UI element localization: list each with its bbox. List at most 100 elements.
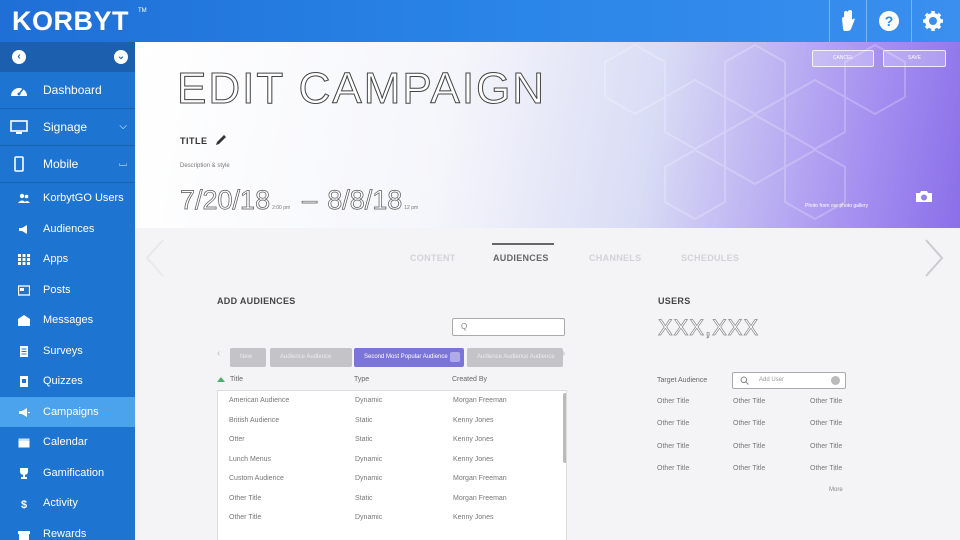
table-row[interactable]: Other Title Static Morgan Freeman bbox=[218, 489, 558, 509]
user-item[interactable]: Other Title bbox=[657, 420, 689, 427]
user-item[interactable]: Other Title bbox=[733, 420, 765, 427]
audience-chip[interactable]: Audience Audience bbox=[270, 348, 352, 367]
column-header[interactable]: Type bbox=[354, 376, 369, 383]
date-range[interactable]: 7/20/18 2:00 pm –8/8/18 12 pm bbox=[180, 185, 424, 216]
users-title: USERS bbox=[658, 296, 691, 306]
cell-type: Static bbox=[355, 436, 373, 443]
description-text[interactable]: Description & style bbox=[180, 163, 230, 169]
cancel-button[interactable]: CANCEL bbox=[812, 50, 874, 67]
add-user-search-input[interactable]: Add User bbox=[732, 372, 846, 389]
sidebar-item-apps[interactable]: Apps bbox=[0, 244, 135, 275]
cell-type: Dynamic bbox=[355, 514, 383, 521]
top-bar: KORBYT TM ? bbox=[0, 0, 960, 42]
tab-channels[interactable]: CHANNELS bbox=[589, 253, 641, 263]
sidebar-item-audiences[interactable]: Audiences bbox=[0, 213, 135, 244]
table-row[interactable]: Lunch Menus Dynamic Kenny Jones bbox=[218, 450, 558, 470]
app-window: KORBYT TM ? ‹ ⌄ Dashboard Signage ⌵ Mobi… bbox=[0, 0, 960, 540]
sidebar-item-gamification[interactable]: Gamification bbox=[0, 457, 135, 488]
table-row[interactable]: Other Title Dynamic Kenny Jones bbox=[218, 508, 558, 528]
calendar-icon bbox=[18, 438, 30, 448]
sidebar-item-calendar[interactable]: Calendar bbox=[0, 427, 135, 458]
table-header: Title Type Created By bbox=[217, 376, 567, 388]
start-time[interactable]: 2:00 pm bbox=[272, 205, 290, 211]
audience-search-input[interactable]: Q bbox=[452, 318, 565, 336]
table-scrollbar[interactable] bbox=[563, 393, 566, 463]
sidebar-item-signage[interactable]: Signage ⌵ bbox=[0, 109, 135, 146]
chevron-left-icon[interactable] bbox=[143, 238, 169, 278]
audience-chip[interactable]: Audience Audience Audience bbox=[467, 348, 563, 367]
camera-icon[interactable] bbox=[915, 189, 933, 203]
search-value: Q bbox=[461, 322, 468, 331]
audience-chip-active[interactable]: Second Most Popular Audience bbox=[354, 348, 464, 367]
cell-creator: Morgan Freeman bbox=[453, 475, 507, 482]
campaign-header: EDIT CAMPAIGN TITLE Description & style … bbox=[135, 42, 960, 228]
megaphone-icon bbox=[19, 224, 27, 234]
save-button[interactable]: SAVE bbox=[883, 50, 946, 67]
sidebar-item-campaigns[interactable]: Campaigns bbox=[0, 396, 135, 427]
clear-icon[interactable] bbox=[831, 376, 840, 385]
start-date[interactable]: 7/20/18 bbox=[180, 185, 271, 216]
surveys-icon bbox=[20, 345, 28, 357]
column-header[interactable]: Created By bbox=[452, 376, 487, 383]
sidebar-item-activity[interactable]: $ Activity bbox=[0, 488, 135, 519]
sidebar-item-label: KorbytGO Users bbox=[43, 192, 124, 204]
pencil-icon[interactable] bbox=[214, 133, 228, 147]
back-arrow-icon[interactable]: ‹ bbox=[12, 50, 26, 64]
sidebar-item-quizzes[interactable]: Quizzes bbox=[0, 366, 135, 397]
chevron-right-icon[interactable] bbox=[922, 238, 948, 278]
campaigns-icon bbox=[19, 407, 30, 417]
tab-audiences[interactable]: AUDIENCES bbox=[493, 253, 549, 263]
main-content: CONTENT AUDIENCES CHANNELS SCHEDULES ADD… bbox=[135, 228, 960, 540]
tab-content[interactable]: CONTENT bbox=[410, 253, 456, 263]
date-separator: – bbox=[302, 185, 318, 216]
collapse-icon[interactable]: ⌄ bbox=[114, 50, 128, 64]
users-icon bbox=[18, 193, 30, 203]
user-item[interactable]: Other Title bbox=[810, 465, 842, 472]
user-item[interactable]: Other Title bbox=[657, 465, 689, 472]
user-item[interactable]: Other Title bbox=[733, 465, 765, 472]
sidebar-item-label: Calendar bbox=[43, 436, 88, 448]
sidebar-item-surveys[interactable]: Surveys bbox=[0, 335, 135, 366]
audience-chip[interactable]: New bbox=[230, 348, 266, 367]
svg-text:$: $ bbox=[21, 499, 27, 509]
sidebar-item-messages[interactable]: Messages bbox=[0, 305, 135, 336]
hand-icon[interactable] bbox=[834, 8, 860, 34]
sidebar-item-rewards[interactable]: Rewards bbox=[0, 518, 135, 540]
table-row[interactable]: Otter Static Kenny Jones bbox=[218, 430, 558, 450]
more-link[interactable]: More bbox=[829, 487, 843, 493]
user-item[interactable]: Other Title bbox=[733, 398, 765, 405]
end-date[interactable]: 8/8/18 bbox=[327, 185, 403, 216]
table-row[interactable]: Custom Audience Dynamic Morgan Freeman bbox=[218, 469, 558, 489]
cell-type: Dynamic bbox=[355, 475, 383, 482]
table-row[interactable]: American Audience Dynamic Morgan Freeman bbox=[218, 391, 558, 411]
chips-scroll-right-icon[interactable]: › bbox=[562, 348, 565, 359]
user-item[interactable]: Other Title bbox=[657, 443, 689, 450]
user-item[interactable]: Other Title bbox=[810, 420, 842, 427]
sidebar-item-mobile[interactable]: Mobile ⌴ bbox=[0, 146, 135, 183]
user-item[interactable]: Other Title bbox=[810, 398, 842, 405]
sidebar-item-label: Rewards bbox=[43, 527, 87, 540]
posts-icon bbox=[18, 284, 30, 296]
help-icon[interactable]: ? bbox=[876, 8, 902, 34]
cell-creator: Kenny Jones bbox=[453, 416, 494, 424]
column-header[interactable]: Title bbox=[230, 376, 243, 383]
target-audience-label: Target Audience bbox=[657, 377, 708, 384]
audiences-table: American Audience Dynamic Morgan Freeman… bbox=[217, 390, 567, 540]
sidebar-item-posts[interactable]: Posts bbox=[0, 274, 135, 305]
sidebar-item-label: Activity bbox=[43, 497, 78, 509]
chevron-up-icon: ⌴ bbox=[119, 158, 127, 169]
sort-asc-icon[interactable] bbox=[217, 377, 225, 382]
sidebar-item-label: Dashboard bbox=[43, 83, 102, 97]
sidebar-item-korbytgo-users[interactable]: KorbytGO Users bbox=[0, 183, 135, 214]
user-item[interactable]: Other Title bbox=[733, 443, 765, 450]
user-item[interactable]: Other Title bbox=[657, 398, 689, 405]
sidebar-item-dashboard[interactable]: Dashboard bbox=[0, 72, 135, 109]
cell-creator: Kenny Jones bbox=[453, 514, 494, 521]
user-item[interactable]: Other Title bbox=[810, 443, 842, 450]
gear-icon[interactable] bbox=[920, 8, 946, 34]
close-icon[interactable] bbox=[450, 352, 460, 362]
table-row[interactable]: British Audience Static Kenny Jones bbox=[218, 411, 558, 431]
end-time[interactable]: 12 pm bbox=[404, 205, 418, 211]
sidebar-item-label: Mobile bbox=[43, 157, 79, 171]
tab-schedules[interactable]: SCHEDULES bbox=[681, 253, 739, 263]
